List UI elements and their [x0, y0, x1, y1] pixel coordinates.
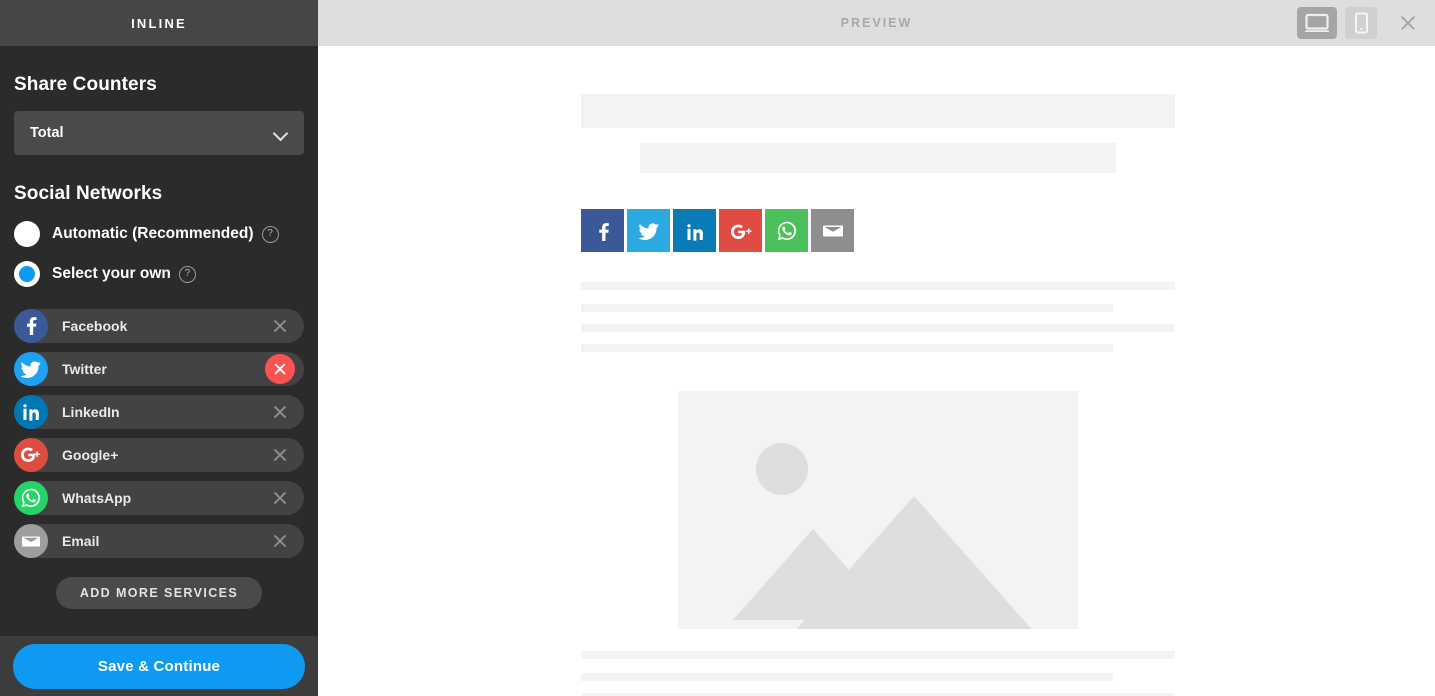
share-button-googleplus[interactable]	[719, 209, 762, 252]
network-item-label: WhatsApp	[62, 490, 132, 506]
desktop-icon	[1305, 13, 1329, 32]
googleplus-icon	[14, 438, 48, 472]
network-item-email[interactable]: Email	[14, 524, 304, 558]
radio-option-automatic[interactable]: Automatic (Recommended) ?	[14, 221, 304, 247]
close-icon[interactable]	[1399, 14, 1417, 32]
save-and-continue-button[interactable]: Save & Continue	[13, 643, 305, 689]
title-placeholder	[581, 94, 1175, 128]
text-line-placeholder	[581, 651, 1175, 659]
close-icon[interactable]	[272, 447, 288, 463]
settings-sidebar: INLINE Share Counters Total Social Netwo…	[0, 0, 318, 696]
share-counters-heading: Share Counters	[14, 74, 157, 95]
close-icon[interactable]	[272, 318, 288, 334]
facebook-icon	[598, 222, 609, 241]
chevron-down-icon	[275, 127, 288, 140]
sidebar-scroll-area[interactable]: Share Counters Total Social Networks Aut…	[0, 46, 318, 636]
add-more-services-label: ADD MORE SERVICES	[79, 586, 239, 600]
network-item-label: Google+	[62, 447, 119, 463]
close-icon[interactable]	[272, 533, 288, 549]
radio-select-your-own-label: Select your own	[52, 265, 171, 282]
mobile-icon	[1354, 12, 1368, 34]
preview-header: PREVIEW	[318, 0, 1435, 46]
text-line-placeholder	[581, 673, 1113, 681]
network-item-linkedin[interactable]: LinkedIn	[14, 395, 304, 429]
mobile-view-button[interactable]	[1345, 7, 1377, 39]
close-icon[interactable]	[265, 354, 295, 384]
network-item-googleplus[interactable]: Google+	[14, 438, 304, 472]
network-item-label: Twitter	[62, 361, 107, 377]
network-item-whatsapp[interactable]: WhatsApp	[14, 481, 304, 515]
selected-networks-list: Facebook Twitter LinkedIn Google+ WhatsA…	[14, 309, 304, 558]
twitter-icon	[14, 352, 48, 386]
desktop-view-button[interactable]	[1297, 7, 1337, 39]
share-counter-select[interactable]: Total	[14, 111, 304, 155]
share-button-facebook[interactable]	[581, 209, 624, 252]
text-line-placeholder	[581, 282, 1175, 290]
share-button-linkedin[interactable]	[673, 209, 716, 252]
share-button-email[interactable]	[811, 209, 854, 252]
share-button-whatsapp[interactable]	[765, 209, 808, 252]
help-icon[interactable]: ?	[178, 265, 196, 283]
radio-option-select-your-own[interactable]: Select your own ?	[14, 261, 304, 287]
radio-select-your-own-indicator[interactable]	[14, 261, 40, 287]
network-item-label: Facebook	[62, 318, 128, 334]
image-placeholder-icon	[733, 443, 1032, 629]
email-icon	[822, 225, 843, 236]
sidebar-header: INLINE	[0, 0, 318, 46]
close-icon[interactable]	[272, 404, 288, 420]
share-settings-screen: INLINE Share Counters Total Social Netwo…	[0, 0, 1435, 696]
twitter-icon	[637, 222, 659, 240]
email-icon	[14, 524, 48, 558]
text-line-placeholder	[581, 324, 1175, 332]
share-counter-select-value: Total	[30, 125, 64, 141]
image-placeholder	[678, 391, 1078, 629]
sidebar-header-title: INLINE	[131, 15, 187, 31]
whatsapp-icon	[14, 481, 48, 515]
preview-controls	[1297, 7, 1421, 39]
network-item-twitter[interactable]: Twitter	[14, 352, 304, 386]
preview-title: PREVIEW	[840, 16, 913, 30]
facebook-icon	[14, 309, 48, 343]
help-icon[interactable]: ?	[261, 225, 279, 243]
linkedin-icon	[14, 395, 48, 429]
linkedin-icon	[686, 223, 703, 241]
preview-pane: PREVIEW	[318, 0, 1435, 696]
googleplus-icon	[730, 224, 751, 239]
subtitle-placeholder	[640, 143, 1116, 173]
radio-automatic-indicator[interactable]	[14, 221, 40, 247]
add-more-services-button[interactable]: ADD MORE SERVICES	[56, 577, 262, 609]
close-icon[interactable]	[272, 490, 288, 506]
social-networks-heading: Social Networks	[14, 183, 163, 204]
whatsapp-icon	[777, 221, 796, 240]
text-line-placeholder	[581, 304, 1113, 312]
radio-automatic-label: Automatic (Recommended)	[52, 225, 254, 242]
network-item-label: LinkedIn	[62, 404, 120, 420]
sidebar-scrollbar-track[interactable]	[302, 46, 311, 636]
sidebar-footer: Save & Continue	[0, 636, 318, 696]
text-line-placeholder	[581, 344, 1113, 352]
network-item-facebook[interactable]: Facebook	[14, 309, 304, 343]
preview-content	[318, 46, 1435, 696]
network-item-label: Email	[62, 533, 100, 549]
share-button-twitter[interactable]	[627, 209, 670, 252]
share-buttons-row	[581, 209, 854, 252]
